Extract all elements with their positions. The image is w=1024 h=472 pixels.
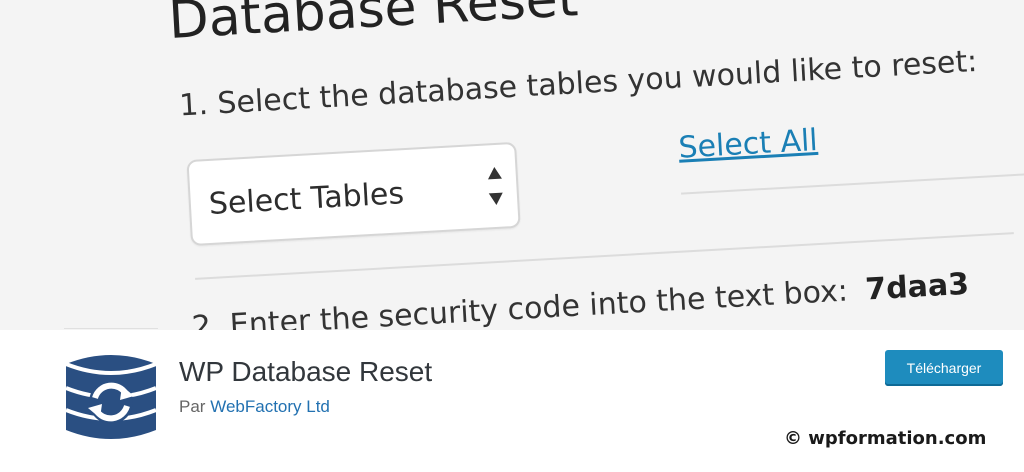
select-tables-label: Select Tables bbox=[207, 176, 405, 222]
download-button[interactable]: Télécharger bbox=[885, 350, 1003, 386]
banner-screenshot: Database Reset 1. Select the database ta… bbox=[150, 0, 1024, 330]
divider bbox=[681, 172, 1024, 195]
watermark: © wpformation.com bbox=[784, 428, 987, 449]
database-refresh-icon bbox=[64, 350, 158, 444]
author-link[interactable]: WebFactory Ltd bbox=[210, 397, 330, 416]
banner-heading: Database Reset bbox=[166, 0, 580, 51]
select-tables-dropdown[interactable]: Select Tables bbox=[186, 141, 521, 247]
security-code: 7daa3 bbox=[864, 266, 970, 308]
step1-instruction: 1. Select the database tables you would … bbox=[178, 43, 979, 124]
plugin-author: Par WebFactory Ltd bbox=[179, 397, 330, 417]
divider bbox=[64, 328, 158, 329]
select-arrows-icon bbox=[487, 166, 504, 206]
plugin-title: WP Database Reset bbox=[179, 356, 433, 387]
step2-text: 2. Enter the security code into the text… bbox=[190, 273, 849, 330]
author-prefix: Par bbox=[179, 397, 206, 416]
plugin-banner: Database Reset 1. Select the database ta… bbox=[0, 0, 1024, 330]
step2-instruction: 2. Enter the security code into the text… bbox=[191, 267, 970, 330]
select-all-link[interactable]: Select All bbox=[678, 123, 819, 166]
